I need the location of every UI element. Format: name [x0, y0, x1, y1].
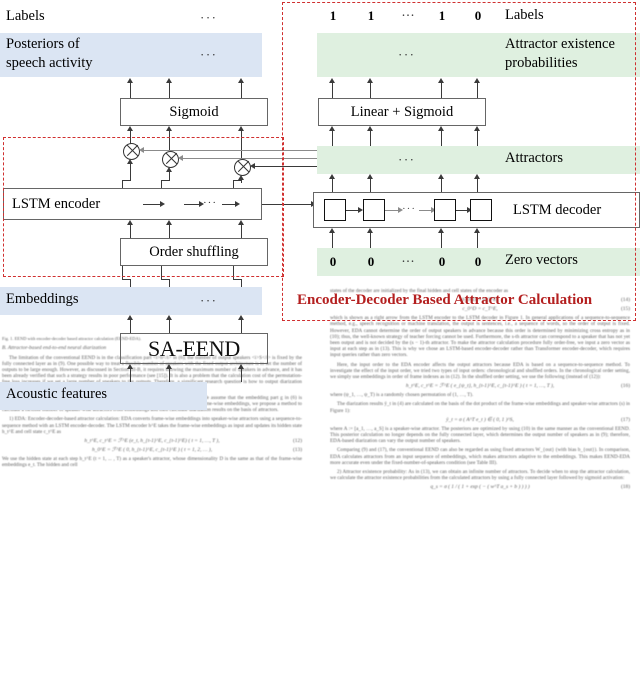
equation-number: (17)	[621, 416, 630, 423]
arrow-up-icon	[238, 78, 244, 83]
arrow-up-icon	[166, 78, 172, 83]
posteriors-dots: ···	[200, 47, 218, 62]
sa-eend-label: SA-EEND	[147, 335, 240, 361]
left-dashed-region	[3, 137, 284, 277]
embeddings-dots: ···	[200, 293, 218, 308]
eend-eda-diagram: Labels ··· Posteriors of speech activity…	[0, 0, 640, 410]
left-labels-text: Labels	[6, 8, 45, 24]
connector-line	[169, 368, 171, 382]
connector-line	[241, 319, 243, 333]
paper-paragraph: Here, the input order to the EDA encoder…	[330, 361, 630, 381]
paper-equation: ŷ_t = σ ( A^T e_t ) ∈ ( 0, 1 )^S, (17)	[330, 417, 630, 423]
paper-equation: h_0^E = ℱ^E ( 0, h_{t-1}^E, c_{t-1}^E ) …	[2, 447, 302, 453]
arrow-up-icon	[166, 364, 172, 369]
arrow-up-icon	[127, 315, 133, 320]
arrow-up-icon	[238, 315, 244, 320]
paper-right-column: states of the decoder are initialized by…	[330, 288, 630, 493]
equation-body: q_s = σ ( 1 / ( 1 + exp ( − ( w^T a_s + …	[430, 484, 530, 491]
acoustic-features-label: Acoustic features	[6, 386, 108, 402]
arrow-up-icon	[166, 126, 172, 131]
connector-line	[130, 319, 132, 333]
paper-paragraph: 2) Attractor existence probability: As i…	[330, 469, 630, 482]
arrow-up-icon	[127, 78, 133, 83]
sa-eend-box[interactable]: SA-EEND	[120, 333, 268, 364]
left-labels-dots: ···	[200, 10, 218, 25]
background-paper: Fig. 1. EEND with encoder-decoder based …	[0, 288, 640, 684]
hook-line	[241, 279, 243, 287]
eda-title: Encoder-Decoder Based Attractor Calculat…	[297, 292, 593, 308]
arrow-up-icon	[127, 364, 133, 369]
hook-line	[169, 279, 171, 287]
embeddings-label: Embeddings	[6, 291, 79, 307]
hook-line	[130, 279, 132, 287]
paper-equation: q_s = σ ( 1 / ( 1 + exp ( − ( w^T a_s + …	[330, 484, 630, 490]
figure-page: Fig. 1. EEND with encoder-decoder based …	[0, 0, 640, 684]
paper-paragraph: 1) EDA: Encoder-decoder-based attractor …	[2, 416, 302, 435]
right-dashed-region	[282, 2, 636, 321]
connector-line	[130, 82, 132, 98]
arrow-up-icon	[166, 315, 172, 320]
paper-equation: h_t^E, c_t^E = ℱ^E (e_t, h_{t-1}^E, c_{t…	[2, 438, 302, 444]
paper-paragraph: where (ψ_1, …, ψ_T) is a randomly chosen…	[330, 392, 474, 399]
arrow-up-icon	[238, 364, 244, 369]
connector-line	[169, 319, 171, 333]
posteriors-label-line2: speech activity	[6, 55, 93, 71]
equation-number: (13)	[293, 447, 302, 454]
paper-equation: h_t^E, c_t^E = ℱ^E ( e_{ψ_t}, h_{t-1}^E,…	[330, 383, 630, 389]
equation-number: (16)	[621, 383, 630, 390]
connector-line	[241, 368, 243, 382]
paper-paragraph: Comparing (9) and (17), the conventional…	[330, 447, 630, 466]
arrow-up-icon	[127, 126, 133, 131]
paper-paragraph: We use the hidden state at each step h_t…	[2, 456, 302, 469]
equation-body: ŷ_t = σ ( A^T e_t ) ∈ ( 0, 1 )^S,	[446, 416, 514, 423]
connector-line	[169, 82, 171, 98]
sigmoid-box[interactable]: Sigmoid	[120, 98, 268, 126]
connector-line	[241, 82, 243, 98]
paper-paragraph: where A := [a_1, …, a_S] is a speaker-wi…	[330, 425, 630, 445]
equation-body: h_t^E, c_t^E = ℱ^E ( e_{ψ_t}, h_{t-1}^E,…	[405, 383, 555, 390]
connector-line	[130, 368, 132, 382]
posteriors-label-line1: Posteriors of	[6, 36, 80, 52]
equation-body: h_0^E = ℱ^E ( 0, h_{t-1}^E, c_{t-1}^E ) …	[91, 447, 213, 454]
paper-paragraph: The diarization results ŷ_t in (4) are c…	[330, 401, 630, 414]
arrow-up-icon	[238, 126, 244, 131]
equation-number: (12)	[293, 438, 302, 445]
equation-body: h_t^E, c_t^E = ℱ^E (e_t, h_{t-1}^E, c_{t…	[84, 438, 220, 445]
equation-number: (18)	[621, 484, 630, 491]
